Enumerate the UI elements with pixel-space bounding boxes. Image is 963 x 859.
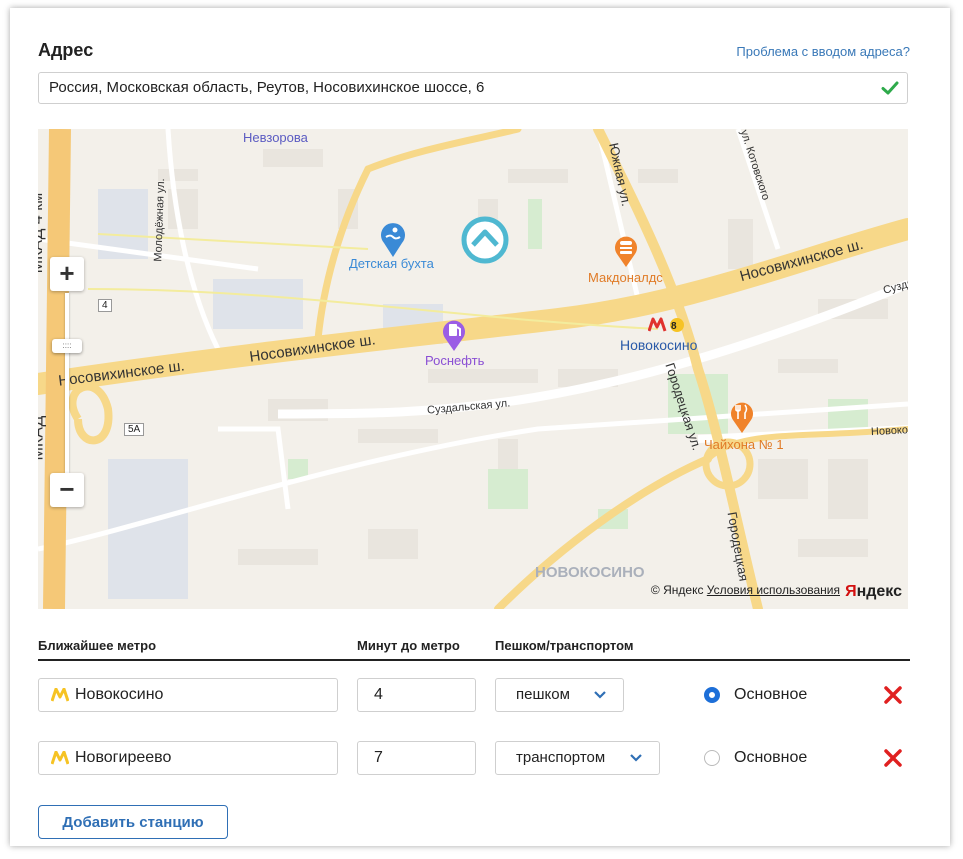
station-field[interactable]: Новогиреево	[38, 741, 338, 775]
minutes-value: 4	[374, 686, 383, 703]
map-road-4: 4	[98, 299, 112, 312]
map-label-rosneft: Роснефть	[425, 353, 485, 368]
zoom-slider-handle[interactable]: ::::	[52, 339, 82, 353]
yandex-logo-red: Я	[845, 583, 857, 600]
station-name: Новокосино	[75, 686, 164, 703]
address-problem-link[interactable]: Проблема с вводом адреса?	[736, 44, 910, 59]
station-name: Новогиреево	[75, 749, 172, 766]
map-label-mkad4km: МКАД 4 км	[38, 192, 47, 274]
map-label-district: НОВОКОСИНО	[535, 564, 645, 581]
map-copyright: © Яндекс Условия использования	[651, 583, 840, 597]
zoom-slider-track[interactable]	[65, 293, 69, 473]
main-radio-unselected[interactable]	[704, 750, 720, 766]
header-nearest-metro: Ближайшее метро	[38, 638, 157, 653]
main-radio-selected[interactable]	[704, 687, 720, 703]
address-title: Адрес	[38, 40, 94, 60]
header-minutes: Минут до метро	[357, 638, 460, 653]
header-mode: Пешком/транспортом	[495, 638, 634, 653]
mode-select[interactable]: пешком	[495, 678, 624, 712]
header-divider	[38, 659, 910, 661]
yandex-logo-rest: ндекс	[856, 583, 902, 600]
add-station-button[interactable]: Добавить станцию	[38, 805, 228, 839]
zoom-control: + :::: −	[50, 257, 84, 507]
minutes-value: 7	[374, 749, 383, 766]
minutes-field[interactable]: 4	[357, 678, 476, 712]
map-label-mkad: МКАД	[38, 415, 47, 461]
metro-icon	[51, 688, 69, 702]
map-label-novokosino-metro: Новокосино	[620, 337, 698, 353]
mode-select[interactable]: транспортом	[495, 741, 660, 775]
metro-icon	[51, 751, 69, 765]
mode-value: транспортом	[516, 749, 606, 766]
minutes-field[interactable]: 7	[357, 741, 476, 775]
zoom-in-button[interactable]: +	[50, 257, 84, 291]
address-input[interactable]	[49, 73, 869, 103]
station-field[interactable]: Новокосино	[38, 678, 338, 712]
map-label-makdonalds: Макдоналдс	[588, 270, 663, 285]
metro-line-number: 8	[671, 321, 677, 332]
map-road-5a: 5А	[124, 423, 145, 436]
main-radio-label: Основное	[734, 749, 808, 766]
check-icon	[881, 81, 899, 95]
zoom-out-button[interactable]: −	[50, 473, 84, 507]
chevron-down-icon	[594, 691, 606, 699]
cafe-icon[interactable]	[728, 399, 756, 435]
terms-link[interactable]: Условия использования	[707, 583, 840, 597]
house-location-icon[interactable]	[460, 215, 510, 265]
copyright-text: © Яндекс	[650, 583, 704, 597]
map-label-novok-street: Новокос	[870, 423, 908, 439]
map-label-chaihona: Чайхона № 1	[704, 437, 784, 452]
chevron-down-icon	[630, 754, 642, 762]
map-label-detskaya: Детская бухта	[349, 256, 434, 271]
map[interactable]: 8 Невзорова МКАД 4 км МКАД Молодёжная ул…	[38, 129, 908, 609]
metro-station-icon	[648, 317, 684, 332]
map-label-nevzorova: Невзорова	[243, 130, 308, 145]
address-field[interactable]	[38, 72, 908, 104]
mode-value: пешком	[516, 686, 570, 703]
fuel-icon[interactable]	[440, 317, 468, 353]
delete-icon[interactable]	[883, 748, 903, 768]
main-radio-label: Основное	[734, 686, 808, 703]
detskaya-bukhta-icon[interactable]	[378, 221, 408, 259]
burger-icon[interactable]	[612, 233, 640, 269]
yandex-logo: Яндекс	[845, 583, 902, 601]
delete-icon[interactable]	[883, 685, 903, 705]
